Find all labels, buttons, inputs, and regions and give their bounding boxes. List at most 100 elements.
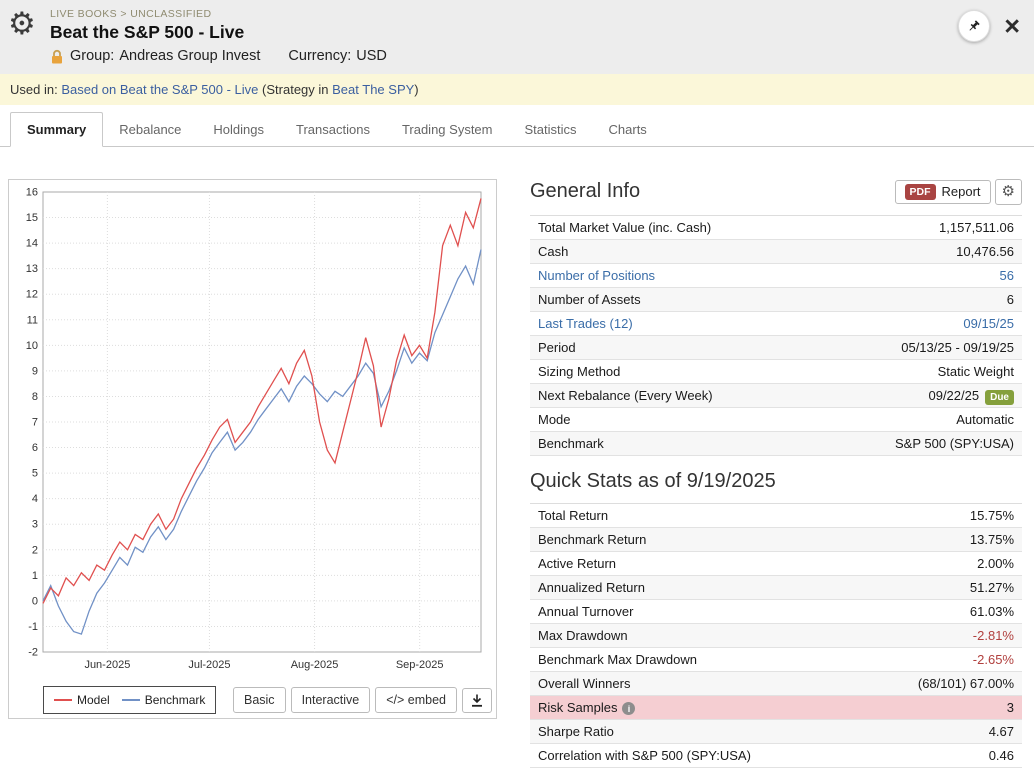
row-value: 4.67 [988, 724, 1014, 739]
header-actions: × [958, 10, 1020, 42]
page-title: Beat the S&P 500 - Live [50, 22, 245, 42]
used-in-suffix: ) [414, 82, 419, 97]
settings-gear-icon[interactable]: ⚙ [8, 8, 36, 39]
row-value: 09/22/25 Due [928, 388, 1014, 405]
table-row: Number of Assets 6 [530, 287, 1022, 312]
svg-text:3: 3 [32, 519, 38, 531]
embed-button[interactable]: </> embed [375, 687, 457, 713]
report-settings-button[interactable]: ⚙ [994, 179, 1022, 205]
row-value: 61.03% [969, 603, 1014, 619]
tab-charts[interactable]: Charts [593, 113, 663, 146]
general-info-title: General Info [530, 180, 641, 203]
breadcrumb[interactable]: LIVE BOOKS > UNCLASSIFIED [50, 8, 1022, 20]
tab-transactions[interactable]: Transactions [280, 113, 386, 146]
row-label: Active Return [538, 555, 617, 571]
lock-icon [50, 49, 64, 64]
svg-text:Aug-2025: Aug-2025 [291, 659, 339, 671]
download-button[interactable] [462, 687, 492, 713]
download-icon [470, 693, 484, 708]
tab-rebalance[interactable]: Rebalance [103, 113, 197, 146]
general-info-header: General Info PDF Report ⚙ [530, 179, 1022, 205]
used-in-prefix: Used in: [10, 82, 58, 97]
legend-item-model: Model [54, 693, 110, 707]
due-badge: Due [985, 389, 1014, 405]
row-value: 13.75% [969, 531, 1014, 547]
svg-text:15: 15 [26, 212, 38, 224]
tab-trading-system[interactable]: Trading System [386, 113, 509, 146]
performance-chart: -2-1012345678910111213141516Jun-2025 Jul-… [26, 187, 482, 671]
tab-bar: Summary Rebalance Holdings Transactions Trad… [0, 105, 1034, 147]
info-icon[interactable]: i [622, 702, 636, 715]
legend-swatch [54, 699, 72, 701]
report-actions: PDF Report ⚙ [894, 179, 1022, 205]
table-row: Mode Automatic [530, 408, 1022, 432]
tab-holdings[interactable]: Holdings [197, 113, 280, 146]
svg-text:-2: -2 [28, 647, 38, 659]
row-label[interactable]: Number of Positions [538, 268, 655, 283]
tab-statistics[interactable]: Statistics [509, 113, 593, 146]
tab-summary[interactable]: Summary [10, 112, 104, 147]
row-value: 6 [1006, 291, 1014, 307]
row-label: Overall Winners [538, 675, 631, 691]
row-label: Total Market Value (inc. Cash) [538, 219, 712, 235]
info-panel: General Info PDF Report ⚙ Total Market V… [530, 179, 1022, 782]
basic-button[interactable]: Basic [232, 687, 286, 713]
pdf-report-button[interactable]: PDF Report [894, 179, 991, 204]
table-row: Overall Winners (68/101) 67.00% [530, 671, 1022, 696]
table-row: Annualized Return 51.27% [530, 575, 1022, 600]
quick-stats-table: Total Return 15.75% Benchmark Return 13.75%… [530, 502, 1022, 768]
row-label[interactable]: Last Trades (12) [538, 316, 633, 331]
row-value: 15.75% [969, 507, 1014, 523]
table-row: Next Rebalance (Every Week) 09/22/25 Due [530, 383, 1022, 408]
row-label: Benchmark Max Drawdown [538, 651, 697, 667]
svg-text:14: 14 [26, 238, 38, 250]
row-label: Benchmark Return [538, 531, 647, 547]
table-row: Risk Samples i 3 [530, 695, 1022, 720]
table-row: Period 05/13/25 - 09/19/25 [530, 335, 1022, 360]
pin-button[interactable] [958, 10, 991, 42]
currency-value: USD [356, 48, 387, 64]
row-label: Period [538, 339, 576, 355]
used-in-link-strategy[interactable]: Beat The SPY [332, 82, 414, 97]
row-label: Number of Assets [538, 291, 641, 307]
row-value[interactable]: 09/15/25 [963, 316, 1014, 331]
table-row: Cash 10,476.56 [530, 239, 1022, 264]
table-row: Total Market Value (inc. Cash) 1,157,511.… [530, 216, 1022, 240]
svg-text:Jul-2025: Jul-2025 [188, 659, 230, 671]
row-label: Total Return [538, 507, 609, 523]
row-value[interactable]: 56 [1000, 268, 1014, 283]
svg-text:0: 0 [32, 595, 38, 607]
row-value: S&P 500 (SPY:USA) [895, 435, 1014, 451]
svg-text:7: 7 [32, 417, 38, 429]
row-label: Annualized Return [538, 579, 645, 595]
table-row: Benchmark Max Drawdown -2.65% [530, 648, 1022, 672]
row-label: Cash [538, 243, 569, 259]
row-label: Sharpe Ratio [538, 724, 614, 739]
row-label: Annual Turnover [538, 603, 634, 619]
svg-text:5: 5 [32, 468, 38, 480]
row-label: Correlation with S&P 500 (SPY:USA) [538, 748, 751, 763]
report-label: Report [941, 184, 981, 200]
currency-label: Currency: [288, 48, 352, 64]
table-row: Number of Positions 56 [530, 264, 1022, 288]
row-label: Max Drawdown [538, 627, 628, 643]
svg-text:4: 4 [32, 493, 38, 505]
row-value: 2.00% [977, 555, 1014, 571]
table-row: Active Return 2.00% [530, 552, 1022, 576]
svg-text:-1: -1 [28, 621, 38, 633]
table-row: Sizing Method Static Weight [530, 360, 1022, 384]
svg-text:2: 2 [32, 544, 38, 556]
table-row: Annual Turnover 61.03% [530, 600, 1022, 624]
svg-text:11: 11 [27, 314, 38, 326]
svg-text:1: 1 [32, 570, 38, 582]
row-value: 3 [1006, 699, 1014, 715]
close-icon[interactable]: × [1004, 12, 1020, 40]
chart-footer: Model Benchmark Basic Interactive </> emb… [13, 686, 492, 714]
group-label: Group: [70, 48, 115, 64]
used-in-link-book[interactable]: Based on Beat the S&P 500 - Live [61, 82, 258, 97]
interactive-button[interactable]: Interactive [290, 687, 371, 713]
header: ⚙ LIVE BOOKS > UNCLASSIFIED Beat the S&P… [0, 0, 1034, 74]
table-row: Last Trades (12) 09/15/25 [530, 312, 1022, 336]
row-value: Automatic [956, 411, 1014, 427]
table-row: Total Return 15.75% [530, 504, 1022, 528]
